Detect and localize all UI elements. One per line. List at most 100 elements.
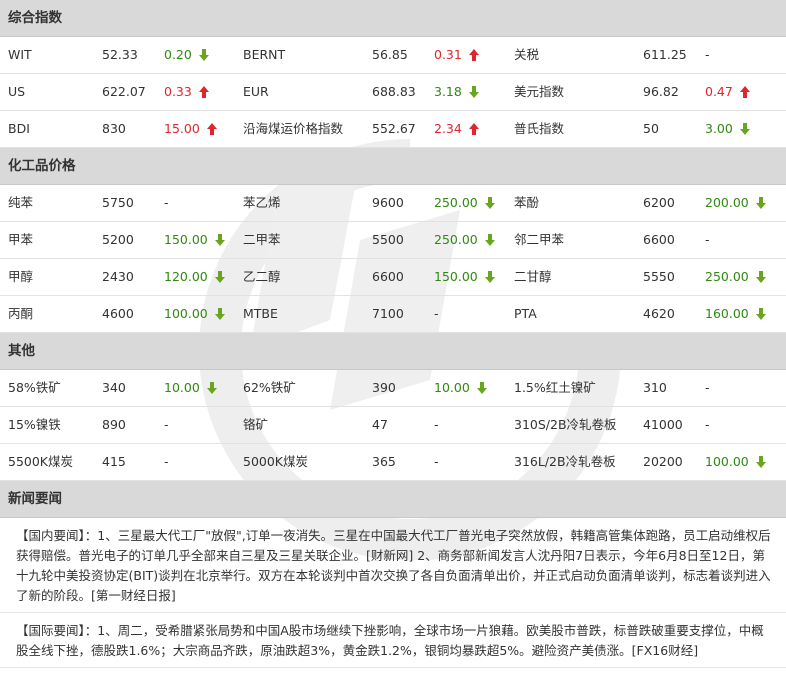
green-down-arrow-icon	[755, 308, 766, 320]
item-value: 56.85	[372, 47, 408, 62]
item-name: 邻二甲苯	[514, 232, 565, 247]
green-down-arrow-icon	[214, 308, 225, 320]
item-change-value: 3.00	[705, 121, 733, 136]
item-value: 622.07	[102, 84, 146, 99]
item-change: -	[705, 37, 710, 73]
market-panel: 综合指数 WIT 52.33 0.20 BERNT 56.85 0.31 关税 611.25 - U…	[0, 0, 786, 481]
item-change: 2.34	[434, 111, 480, 147]
news-section-title: 新闻要闻	[0, 481, 786, 518]
item-change-value: 150.00	[434, 269, 478, 284]
green-down-arrow-icon	[214, 271, 225, 283]
item-name: 关税	[514, 47, 540, 62]
item-name: 苯乙烯	[243, 195, 281, 210]
item-value: 4620	[643, 306, 675, 321]
green-down-arrow-icon	[739, 123, 750, 135]
item-name: 15%镍铁	[8, 417, 61, 432]
item-name: MTBE	[243, 306, 278, 321]
item-change-value: 160.00	[705, 306, 749, 321]
item-name: BERNT	[243, 47, 286, 62]
green-down-arrow-icon	[198, 49, 209, 61]
item-name: 甲苯	[8, 232, 34, 247]
green-down-arrow-icon	[755, 456, 766, 468]
indices-row: WIT 52.33 0.20 BERNT 56.85 0.31 关税 611.25 -	[0, 37, 786, 74]
item-value: 390	[372, 380, 396, 395]
item-change: -	[434, 296, 439, 332]
item-value: 688.83	[372, 84, 416, 99]
item-change: -	[164, 407, 169, 443]
item-change-value: -	[705, 47, 710, 62]
item-change: 150.00	[164, 222, 226, 258]
item-name: 1.5%红土镍矿	[514, 380, 596, 395]
green-down-arrow-icon	[484, 234, 495, 246]
item-change-value: 250.00	[434, 232, 478, 247]
item-name: 310S/2B冷轧卷板	[514, 417, 617, 432]
item-change-value: 150.00	[164, 232, 208, 247]
red-up-arrow-icon	[739, 86, 750, 98]
item-value: 890	[102, 417, 126, 432]
item-name: 美元指数	[514, 84, 565, 99]
international-news: 【国际要闻】：1、周二，受希腊紧张局势和中国A股市场继续下挫影响，全球市场一片狼…	[0, 613, 786, 668]
item-change: 10.00	[434, 370, 488, 406]
chemicals-row: 丙酮 4600 100.00 MTBE 7100 - PTA 4620 160.00	[0, 296, 786, 333]
item-name: PTA	[514, 306, 537, 321]
item-change: -	[705, 222, 710, 258]
item-value: 5500	[372, 232, 404, 247]
item-change: 100.00	[164, 296, 226, 332]
green-down-arrow-icon	[755, 271, 766, 283]
chemicals-row: 甲醇 2430 120.00 乙二醇 6600 150.00 二甘醇 5550 250.00	[0, 259, 786, 296]
item-change-value: 15.00	[164, 121, 200, 136]
indices-row: US 622.07 0.33 EUR 688.83 3.18 美元指数 96.82 0.47	[0, 74, 786, 111]
item-name: 甲醇	[8, 269, 34, 284]
green-down-arrow-icon	[476, 382, 487, 394]
item-name: 苯酚	[514, 195, 540, 210]
item-change: -	[434, 407, 439, 443]
item-name: 58%铁矿	[8, 380, 61, 395]
green-down-arrow-icon	[206, 382, 217, 394]
red-up-arrow-icon	[468, 123, 479, 135]
item-change-value: 100.00	[164, 306, 208, 321]
item-value: 5750	[102, 195, 134, 210]
item-name: 铬矿	[243, 417, 269, 432]
item-change: 3.18	[434, 74, 480, 110]
item-change-value: 250.00	[434, 195, 478, 210]
others-section-title: 其他	[0, 333, 786, 370]
item-value: 6200	[643, 195, 675, 210]
item-change: 0.20	[164, 37, 210, 73]
item-value: 4600	[102, 306, 134, 321]
chemicals-row: 甲苯 5200 150.00 二甲苯 5500 250.00 邻二甲苯 6600 -	[0, 222, 786, 259]
item-name: 5000K煤炭	[243, 454, 309, 469]
item-change-value: -	[434, 454, 439, 469]
item-value: 415	[102, 454, 126, 469]
item-change: 250.00	[434, 185, 496, 221]
red-up-arrow-icon	[468, 49, 479, 61]
item-name: BDI	[8, 121, 30, 136]
green-down-arrow-icon	[214, 234, 225, 246]
item-value: 2430	[102, 269, 134, 284]
item-change: 3.00	[705, 111, 751, 147]
item-value: 830	[102, 121, 126, 136]
item-value: 365	[372, 454, 396, 469]
item-change: -	[164, 444, 169, 480]
item-change-value: 200.00	[705, 195, 749, 210]
item-name: 纯苯	[8, 195, 34, 210]
item-name: EUR	[243, 84, 269, 99]
red-up-arrow-icon	[198, 86, 209, 98]
green-down-arrow-icon	[484, 197, 495, 209]
item-change: 200.00	[705, 185, 767, 221]
item-change-value: -	[164, 195, 169, 210]
item-change-value: 0.33	[164, 84, 192, 99]
indices-section-title: 综合指数	[0, 0, 786, 37]
item-change: 10.00	[164, 370, 218, 406]
others-row: 15%镍铁 890 - 铬矿 47 - 310S/2B冷轧卷板 41000 -	[0, 407, 786, 444]
item-name: 沿海煤运价格指数	[243, 121, 344, 136]
item-change-value: -	[705, 417, 710, 432]
item-change-value: 3.18	[434, 84, 462, 99]
red-up-arrow-icon	[206, 123, 217, 135]
item-name: 62%铁矿	[243, 380, 296, 395]
item-value: 20200	[643, 454, 683, 469]
item-name: 丙酮	[8, 306, 34, 321]
item-value: 50	[643, 121, 659, 136]
item-value: 6600	[372, 269, 404, 284]
item-change-value: 0.20	[164, 47, 192, 62]
item-value: 47	[372, 417, 388, 432]
